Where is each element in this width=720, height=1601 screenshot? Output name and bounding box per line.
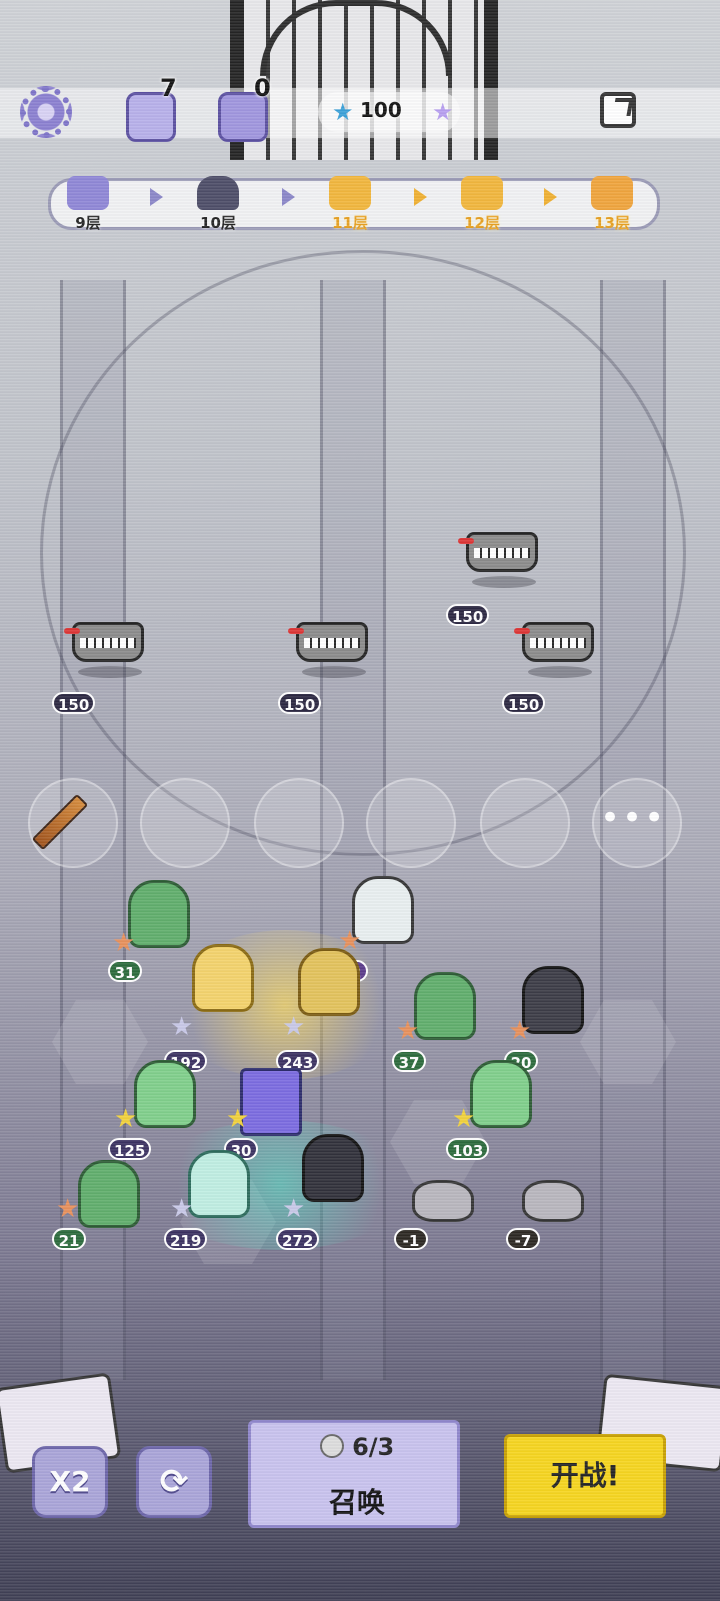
gold-star-icon: ★ bbox=[114, 1104, 138, 1134]
bronze-star-icon: ★ bbox=[396, 1016, 420, 1046]
unit-power-badge: 21 bbox=[52, 1228, 86, 1250]
enemy-teeth bbox=[80, 638, 136, 648]
level-13: 13层 bbox=[582, 176, 642, 233]
bronze-star-icon: ★ bbox=[56, 1194, 80, 1224]
bench-slot[interactable] bbox=[28, 778, 118, 868]
level-label: 9层 bbox=[75, 214, 101, 232]
refresh-button[interactable]: ⟳ bbox=[136, 1446, 212, 1518]
summon-label: 召唤 bbox=[328, 1486, 385, 1519]
unit-figure bbox=[298, 948, 360, 1016]
crossed-swords-icon bbox=[329, 176, 371, 210]
star-counter: ★ 100 ★ bbox=[318, 92, 460, 132]
enemy-tongue bbox=[458, 538, 474, 544]
unit-power-badge: 219 bbox=[164, 1228, 208, 1250]
level-label: 13层 bbox=[594, 214, 630, 232]
enemy-shadow bbox=[302, 666, 366, 678]
bronze-star-icon: ★ bbox=[112, 928, 136, 958]
unit-figure bbox=[128, 880, 190, 948]
settings-gear-icon[interactable] bbox=[20, 86, 72, 138]
enemy-mimic[interactable] bbox=[458, 532, 540, 588]
rock-value-badge: -7 bbox=[506, 1228, 540, 1250]
level-12: 12层 bbox=[452, 176, 512, 233]
track-arrow-icon bbox=[150, 188, 163, 206]
enemy-shadow bbox=[528, 666, 592, 678]
unit-figure bbox=[78, 1160, 140, 1228]
rock-obstacle[interactable] bbox=[412, 1180, 474, 1222]
enemy-mimic[interactable] bbox=[288, 622, 370, 678]
unit-power-badge: 272 bbox=[276, 1228, 320, 1250]
summon-cost: 6/3 bbox=[251, 1433, 463, 1461]
start-battle-button[interactable]: 开战! bbox=[504, 1434, 666, 1518]
gold-star-icon: ★ bbox=[226, 1104, 250, 1134]
coin-icon bbox=[319, 1434, 344, 1458]
unit-figure bbox=[188, 1150, 250, 1218]
potion-count: 7 bbox=[160, 74, 177, 102]
enemy-teeth bbox=[304, 638, 360, 648]
bench-slot[interactable] bbox=[480, 778, 570, 868]
bg-arch bbox=[40, 250, 686, 856]
silver-star-icon: ★ bbox=[170, 1012, 194, 1042]
rock-obstacle[interactable] bbox=[522, 1180, 584, 1222]
silver-star-icon: ★ bbox=[282, 1012, 306, 1042]
unit-figure bbox=[302, 1134, 364, 1202]
share-icon[interactable] bbox=[600, 92, 636, 128]
level-11: 11层 bbox=[320, 176, 380, 233]
enemy-hp-badge: 150 bbox=[52, 692, 96, 714]
bench-slot[interactable] bbox=[140, 778, 230, 868]
enemy-teeth bbox=[474, 548, 530, 558]
silver-star-icon: ★ bbox=[170, 1194, 194, 1224]
enemy-hp-badge: 150 bbox=[278, 692, 322, 714]
unit-figure bbox=[192, 944, 254, 1012]
unit-power-badge: 103 bbox=[446, 1138, 490, 1160]
treasure-chest-icon bbox=[591, 176, 633, 210]
summon-button[interactable]: 6/3 召唤 bbox=[248, 1420, 460, 1528]
crossed-swords-icon bbox=[461, 176, 503, 210]
enemy-shadow bbox=[78, 666, 142, 678]
blue-star-icon: ★ bbox=[332, 98, 354, 126]
enemy-tongue bbox=[288, 628, 304, 634]
enemy-mimic[interactable] bbox=[64, 622, 146, 678]
enemy-tongue bbox=[64, 628, 80, 634]
enemy-hp-badge: 150 bbox=[502, 692, 546, 714]
chest-count: 0 bbox=[254, 74, 271, 102]
star-count: 100 bbox=[360, 98, 402, 122]
unit-power-badge: 125 bbox=[108, 1138, 152, 1160]
refresh-icon: ⟳ bbox=[159, 1462, 189, 1502]
rock-value-badge: -1 bbox=[394, 1228, 428, 1250]
bronze-star-icon: ★ bbox=[508, 1016, 532, 1046]
level-label: 12层 bbox=[464, 214, 500, 232]
level-10: 10层 bbox=[188, 176, 248, 233]
enemy-teeth bbox=[530, 638, 586, 648]
purple-star-icon: ★ bbox=[432, 98, 454, 126]
track-arrow-icon bbox=[282, 188, 295, 206]
unit-figure bbox=[414, 972, 476, 1040]
summon-count: 6/3 bbox=[352, 1433, 395, 1461]
gold-star-icon: ★ bbox=[452, 1104, 476, 1134]
track-arrow-icon bbox=[544, 188, 557, 206]
level-label: 11层 bbox=[332, 214, 368, 232]
enemy-shadow bbox=[472, 576, 536, 588]
level-9: 9层 bbox=[58, 176, 118, 233]
bench-slot[interactable] bbox=[254, 778, 344, 868]
enemy-hp-badge: 150 bbox=[446, 604, 490, 626]
level-label: 10层 bbox=[200, 214, 236, 232]
silver-star-icon: ★ bbox=[282, 1194, 306, 1224]
track-arrow-icon bbox=[414, 188, 427, 206]
unit-power-badge: 37 bbox=[392, 1050, 426, 1072]
enemy-tongue bbox=[514, 628, 530, 634]
unit-power-badge: 31 bbox=[108, 960, 142, 982]
bench-slot[interactable] bbox=[366, 778, 456, 868]
unit-figure bbox=[134, 1060, 196, 1128]
goblet-icon bbox=[67, 176, 109, 210]
speed-x2-button[interactable]: X2 bbox=[32, 1446, 108, 1518]
enemy-mimic[interactable] bbox=[514, 622, 596, 678]
unit-figure bbox=[470, 1060, 532, 1128]
more-dots-icon[interactable]: ••• bbox=[600, 801, 666, 835]
horned-helmet-icon bbox=[197, 176, 239, 210]
